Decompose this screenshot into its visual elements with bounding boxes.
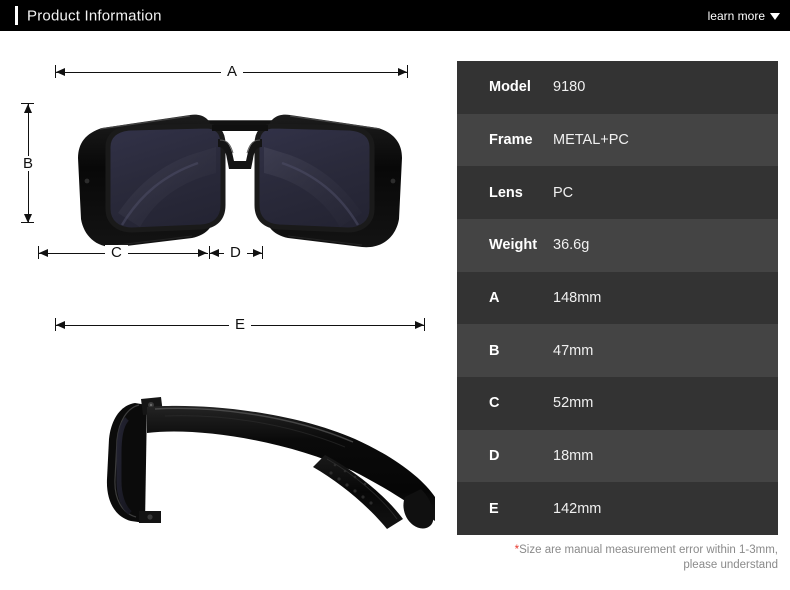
specification-table: Model 9180 Frame METAL+PC Lens PC Weight… (457, 61, 778, 536)
spec-key: A (489, 290, 500, 307)
spec-value: 9180 (553, 79, 586, 96)
disclaimer-text-1: Size are manual measurement error within… (519, 544, 778, 556)
table-row: Weight 36.6g (457, 219, 778, 272)
measurement-disclaimer: *Size are manual measurement error withi… (457, 543, 778, 573)
spec-key: C (489, 395, 500, 412)
spec-value: 142mm (553, 500, 602, 517)
spec-value: 52mm (553, 395, 594, 412)
table-row: Model 9180 (457, 61, 778, 114)
dimension-label-d: D (224, 245, 247, 260)
table-row: Lens PC (457, 166, 778, 220)
disclaimer-line-1: *Size are manual measurement error withi… (457, 543, 778, 558)
spec-value: 18mm (553, 448, 594, 465)
chevron-down-icon (770, 12, 780, 20)
spec-key: B (489, 342, 500, 359)
header-accent-bar (15, 6, 18, 25)
learn-more-button[interactable]: learn more (708, 9, 780, 23)
spec-key: Model (489, 79, 531, 96)
dimension-label-a: A (221, 64, 244, 79)
learn-more-label: learn more (707, 8, 765, 23)
spec-value: 47mm (553, 342, 594, 359)
spec-key: Weight (489, 237, 538, 254)
dimension-label-c: C (105, 245, 128, 260)
page-title: Product Information (27, 7, 162, 24)
table-row: A 148mm (457, 271, 778, 325)
product-diagram-pane: A B C D E (0, 31, 455, 590)
table-row: D 18mm (457, 429, 778, 483)
spec-key: E (489, 500, 499, 517)
table-row: Frame METAL+PC (457, 113, 778, 167)
spec-value: 148mm (553, 290, 602, 307)
page-header: Product Information learn more (0, 0, 790, 31)
table-row: E 142mm (457, 482, 778, 536)
table-row: C 52mm (457, 377, 778, 430)
dimension-label-b: B (17, 156, 40, 171)
table-row: B 47mm (457, 324, 778, 378)
spec-value: METAL+PC (553, 132, 629, 148)
spec-key: Frame (489, 132, 533, 148)
spec-key: D (489, 448, 500, 465)
spec-key: Lens (489, 184, 523, 201)
sunglasses-side-view (106, 397, 435, 529)
spec-value: 36.6g (553, 237, 590, 254)
dimension-label-e: E (229, 317, 252, 332)
disclaimer-line-2: please understand (683, 559, 778, 571)
spec-value: PC (553, 184, 574, 201)
